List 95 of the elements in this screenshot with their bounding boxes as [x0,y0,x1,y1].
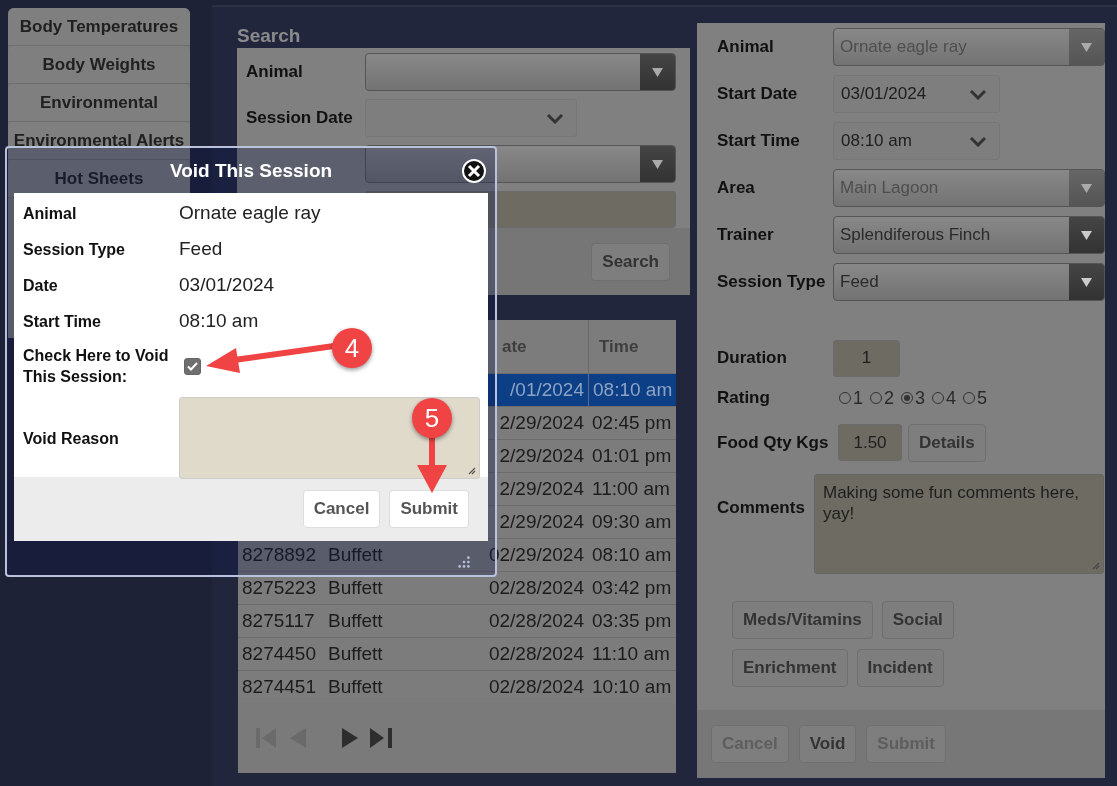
table-cell-text: 8275117 [241,609,316,633]
duration-field[interactable]: 1 [833,339,900,377]
chevron-down-icon [969,88,987,100]
table-cell-text: 10:10 am [591,675,673,699]
table-cell-text: 01:01 pm [591,444,673,468]
field-label: Rating [717,388,771,408]
table-cell-text: 2/29/2024 [498,444,585,468]
rating-option[interactable]: 4 [932,387,957,409]
rating-option[interactable]: 3 [901,387,926,409]
field-value: 08:10 am [179,310,260,332]
table-cell-text: 2/29/2024 [498,411,585,435]
dropdown-arrow-icon [652,67,663,77]
table-cell-text: 02:45 pm [591,411,673,435]
quantity-field[interactable]: 1.50 [838,424,902,461]
field-label: Start Time [23,311,102,332]
field-label: Start Time [717,131,801,151]
resize-handle-icon[interactable] [457,555,471,569]
field-label: Comments [717,498,806,518]
table-cell-text: 11:10 am [591,642,671,666]
dialog-button[interactable]: Cancel [302,490,381,528]
table-cell-text: 02/28/2024 [487,642,585,666]
category-button[interactable]: Meds/Vitamins [732,601,873,639]
table-cell-text: 2/29/2024 [498,477,585,501]
dialog-title: Void This Session [169,159,333,182]
field-value: Feed [179,238,224,260]
table-cell-text: 03:35 pm [591,609,673,633]
field-label: Session Type [717,272,827,292]
table-cell-text: Buffett [327,642,384,666]
table-cell-text: 03:42 pm [591,576,673,600]
date-field[interactable]: 03/01/2024 [833,75,1000,113]
void-checkbox[interactable] [184,358,201,375]
rating-option[interactable]: 1 [839,387,863,409]
dropdown[interactable] [365,145,676,183]
field-label: Area [717,178,756,198]
dropdown-arrow-icon [1081,230,1092,240]
field-label: Animal [23,203,78,224]
last-page-icon[interactable] [370,728,392,748]
field-label: Date [23,275,59,296]
table-cell-text: 02/28/2024 [487,609,585,633]
comments-field[interactable]: Making some fun comments here, yay! [814,474,1104,574]
table-cell-text: Buffett [327,609,384,633]
callout-arrow [417,437,447,493]
table-cell-text: 2/29/2024 [498,510,585,534]
dialog-button[interactable]: Submit [389,490,469,528]
action-button[interactable]: Void [798,725,857,763]
dropdown[interactable]: Feed [833,263,1105,301]
field-label: Check Here to Void This Session: [23,346,170,387]
table-cell-text: 11:00 am [591,477,671,501]
date-field[interactable] [365,99,577,137]
field-label: Animal [717,37,775,57]
rating-option[interactable]: 2 [870,387,895,409]
table-cell-text: 08:10 am [591,543,673,567]
field-label: Session Date [246,108,354,128]
dropdown[interactable] [365,53,676,91]
search-button[interactable]: Search [591,242,670,281]
table-cell-text: 8274450 [241,642,317,666]
field-label: Food Qty Kgs [717,433,830,453]
date-field[interactable]: 08:10 am [833,122,1000,160]
details-button[interactable]: Details [908,424,986,462]
category-button[interactable]: Enrichment [732,649,848,687]
dropdown-arrow-icon [1081,42,1092,52]
table-cell-text: 8275223 [241,576,317,600]
category-button[interactable]: Social [881,601,954,639]
field-value: Ornate eagle ray [179,202,322,224]
field-value: 03/01/2024 [179,274,276,296]
table-cell-text: Buffett [327,675,384,699]
category-button[interactable]: Incident [856,649,944,687]
table-cell-text: Buffett [327,543,384,567]
table-cell-text: 02/28/2024 [487,675,585,699]
table-cell-text: 8278892 [241,543,317,567]
field-label: Animal [246,62,304,82]
field-label: Duration [717,348,788,368]
dropdown[interactable]: Splendiferous Finch [833,216,1105,254]
void-reason-field[interactable] [179,397,480,479]
chevron-down-icon [969,135,987,147]
section-title: Search [237,25,302,48]
chevron-down-icon [546,112,564,124]
resize-grip-icon [1090,560,1100,570]
field-label: Session Type [23,239,126,260]
sidebar-item[interactable]: Hot Sheets [54,168,144,189]
field-label: Trainer [717,225,775,245]
dropdown-arrow-icon [1081,277,1092,287]
dropdown-arrow-icon [1081,183,1092,193]
table-cell-text: /01/2024 [509,378,585,402]
table-cell-text: 09:30 am [591,510,673,534]
table-cell-text: Buffett [327,576,384,600]
table-cell-text: 8274451 [241,675,317,699]
checkmark-icon [187,362,198,371]
field-label: Void Reason [23,428,120,449]
dropdown-arrow-icon [652,159,663,169]
table-cell-text: 02/28/2024 [487,576,585,600]
field-label: Start Date [717,84,799,104]
resize-grip-icon [466,465,476,475]
next-page-icon[interactable] [342,728,358,748]
rating-option[interactable]: 5 [963,387,988,409]
